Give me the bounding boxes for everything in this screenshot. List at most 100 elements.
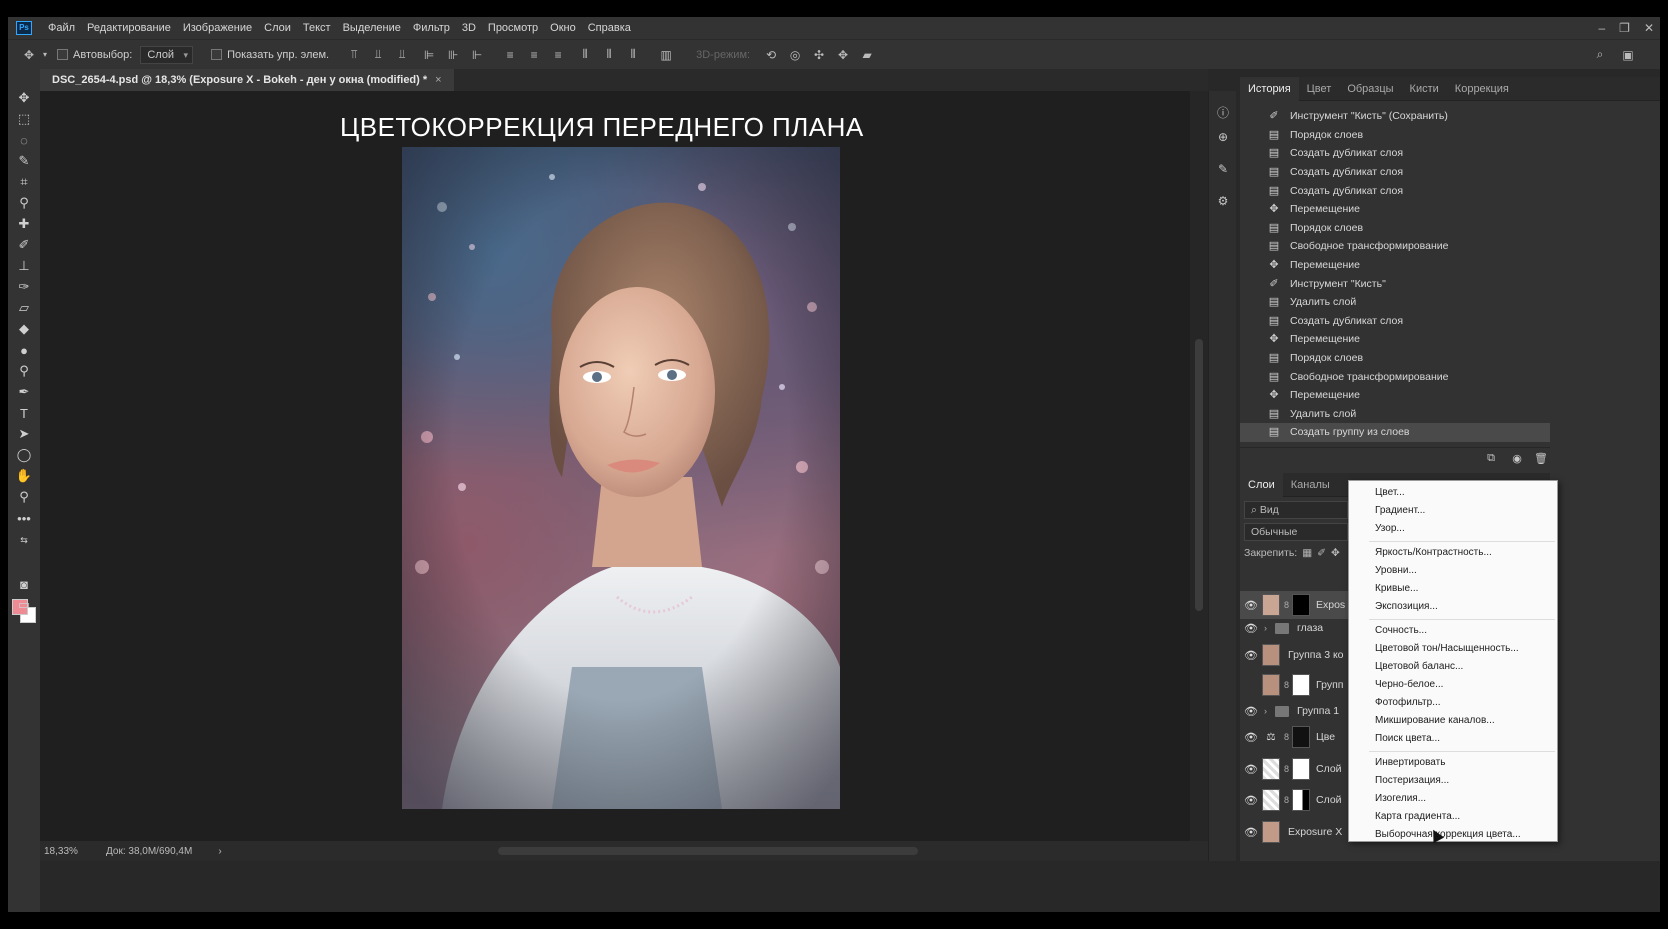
healing-brush-tool-icon[interactable]: ✚ (14, 215, 34, 233)
menu-layers[interactable]: Слои (258, 22, 297, 34)
layer-mask-thumbnail[interactable] (1292, 726, 1310, 748)
document-tab[interactable]: DSC_2654-4.psd @ 18,3% (Exposure X - Bok… (40, 69, 454, 91)
layer-mask-thumbnail[interactable] (1292, 789, 1310, 811)
eraser-tool-icon[interactable]: ▱ (14, 299, 34, 317)
zoom-level[interactable]: 18,33% (44, 846, 104, 857)
blend-mode-dropdown[interactable]: Обычные (1244, 523, 1348, 541)
history-brush-tool-icon[interactable]: ✑ (14, 278, 34, 296)
history-item[interactable]: ▤ Свободное трансформирование (1240, 367, 1550, 386)
history-item[interactable]: ▤ Порядок слоев (1240, 126, 1550, 145)
eye-icon[interactable]: 👁 (1244, 705, 1258, 718)
menu-item-hue-saturation[interactable]: Цветовой тон/Насыщенность... (1375, 643, 1519, 654)
tab-history[interactable]: История (1240, 76, 1299, 101)
screen-mode-icon[interactable]: ▭ (14, 596, 34, 614)
canvas-area[interactable]: ЦВЕТОКОРРЕКЦИЯ ПЕРЕДНЕГО ПЛАНА (40, 91, 1190, 861)
layer-filter-dropdown[interactable]: ⌕ Вид (1244, 501, 1348, 519)
blur-tool-icon[interactable]: ● (14, 341, 34, 359)
tab-adjustments[interactable]: Коррекция (1447, 77, 1517, 101)
marquee-tool-icon[interactable]: ⬚ (14, 110, 34, 128)
close-tab-icon[interactable]: × (435, 74, 441, 86)
menu-view[interactable]: Просмотр (482, 22, 544, 34)
history-item[interactable]: ▤ Порядок слоев (1240, 219, 1550, 238)
eye-icon[interactable]: 👁 (1244, 826, 1258, 839)
3d-rotate-icon[interactable]: ⟲ (764, 48, 778, 62)
eye-icon[interactable]: 👁 (1244, 622, 1258, 635)
tab-swatches[interactable]: Образцы (1339, 77, 1401, 101)
menu-item-color-lookup[interactable]: Поиск цвета... (1375, 733, 1440, 744)
lock-pixels-icon[interactable]: ✐ (1317, 547, 1326, 559)
history-item[interactable]: ✐ Инструмент "Кисть" (Сохранить) (1240, 107, 1550, 126)
auto-align-icon[interactable]: ▥ (659, 48, 673, 62)
3d-pan-icon[interactable]: ✣ (812, 48, 826, 62)
3d-roll-icon[interactable]: ◎ (788, 48, 802, 62)
menu-item-posterize[interactable]: Постеризация... (1375, 775, 1449, 786)
eyedropper-tool-icon[interactable]: ⚲ (14, 194, 34, 212)
tab-brushes[interactable]: Кисти (1402, 77, 1447, 101)
eye-icon[interactable]: 👁 (1244, 731, 1258, 744)
3d-slide-icon[interactable]: ✥ (836, 48, 850, 62)
distribute-top-icon[interactable]: ≡ (503, 48, 517, 62)
align-right-icon[interactable]: ⊩ (470, 48, 484, 62)
search-icon[interactable]: ⌕ (1593, 47, 1607, 62)
dodge-tool-icon[interactable]: ⚲ (14, 362, 34, 380)
minimize-icon[interactable]: – (1598, 21, 1605, 35)
align-hcenter-icon[interactable]: ⊪ (446, 48, 460, 62)
menu-item-vibrance[interactable]: Сочность... (1375, 625, 1427, 636)
menu-item-gradient[interactable]: Градиент... (1375, 505, 1425, 516)
lock-position-icon[interactable]: ✥ (1331, 547, 1340, 559)
move-tool-icon[interactable]: ✥ (14, 89, 34, 107)
brush-tool-icon[interactable]: ✐ (14, 236, 34, 254)
type-tool-icon[interactable]: T (14, 404, 34, 422)
chevron-down-icon[interactable]: ▾ (41, 48, 49, 62)
show-controls-checkbox[interactable] (211, 49, 223, 60)
history-item[interactable]: ✥ Перемещение (1240, 330, 1550, 349)
align-top-icon[interactable]: ⫪ (347, 47, 361, 62)
properties-icon[interactable]: ⚙ (1215, 193, 1231, 209)
menu-item-exposure[interactable]: Экспозиция... (1375, 601, 1438, 612)
align-bottom-icon[interactable]: ⫫ (395, 47, 409, 62)
close-window-icon[interactable]: ✕ (1644, 21, 1654, 35)
distribute-right-icon[interactable]: ⦀ (626, 47, 640, 62)
canvas-horizontal-scrollbar[interactable] (498, 847, 918, 855)
quick-mask-icon[interactable]: ◙ (14, 575, 34, 593)
eye-icon[interactable]: 👁 (1244, 763, 1258, 776)
menu-help[interactable]: Справка (582, 22, 637, 34)
menu-item-color-fill[interactable]: Цвет... (1375, 487, 1405, 498)
layer-mask-thumbnail[interactable] (1292, 594, 1310, 616)
menu-window[interactable]: Окно (544, 22, 582, 34)
menu-3d[interactable]: 3D (456, 22, 482, 34)
history-item[interactable]: ✐ Инструмент "Кисть" (1240, 274, 1550, 293)
eye-icon[interactable]: 👁 (1244, 794, 1258, 807)
lock-transparency-icon[interactable]: ▦ (1302, 547, 1312, 559)
canvas-vertical-scrollbar[interactable] (1190, 91, 1208, 861)
menu-select[interactable]: Выделение (337, 22, 407, 34)
distribute-left-icon[interactable]: ⦀ (578, 47, 592, 62)
move-tool-icon[interactable]: ✥ (22, 48, 36, 62)
more-tools-icon[interactable]: ••• (14, 509, 34, 527)
distribute-hcenter-icon[interactable]: ⦀ (602, 47, 616, 62)
menu-file[interactable]: Файл (42, 22, 81, 34)
tab-channels[interactable]: Каналы (1283, 473, 1338, 497)
menu-image[interactable]: Изображение (177, 22, 258, 34)
menu-item-channel-mixer[interactable]: Микширование каналов... (1375, 715, 1495, 726)
history-item[interactable]: ✥ Перемещение (1240, 256, 1550, 275)
menu-item-pattern[interactable]: Узор... (1375, 523, 1405, 534)
history-item[interactable]: ✥ Перемещение (1240, 200, 1550, 219)
history-item[interactable]: ▤ Порядок слоев (1240, 349, 1550, 368)
expand-chevron-icon[interactable]: › (1264, 623, 1267, 633)
menu-item-black-white[interactable]: Черно-белое... (1375, 679, 1443, 690)
hand-tool-icon[interactable]: ✋ (14, 467, 34, 485)
history-item[interactable]: ▤ Свободное трансформирование (1240, 237, 1550, 256)
menu-item-threshold[interactable]: Изогелия... (1375, 793, 1426, 804)
history-item[interactable]: ▤ Создать дубликат слоя (1240, 312, 1550, 331)
navigator-icon[interactable]: ⊕ (1215, 129, 1231, 145)
autoselect-checkbox[interactable] (57, 49, 68, 60)
crop-tool-icon[interactable]: ⌗ (14, 173, 34, 191)
menu-item-curves[interactable]: Кривые... (1375, 583, 1418, 594)
path-select-tool-icon[interactable]: ➤ (14, 425, 34, 443)
layer-mask-thumbnail[interactable] (1292, 674, 1310, 696)
menu-type[interactable]: Текст (297, 22, 337, 34)
menu-item-color-balance[interactable]: Цветовой баланс... (1375, 661, 1463, 672)
autoselect-dropdown[interactable]: Слой (140, 45, 194, 64)
distribute-vcenter-icon[interactable]: ≡ (527, 48, 541, 62)
